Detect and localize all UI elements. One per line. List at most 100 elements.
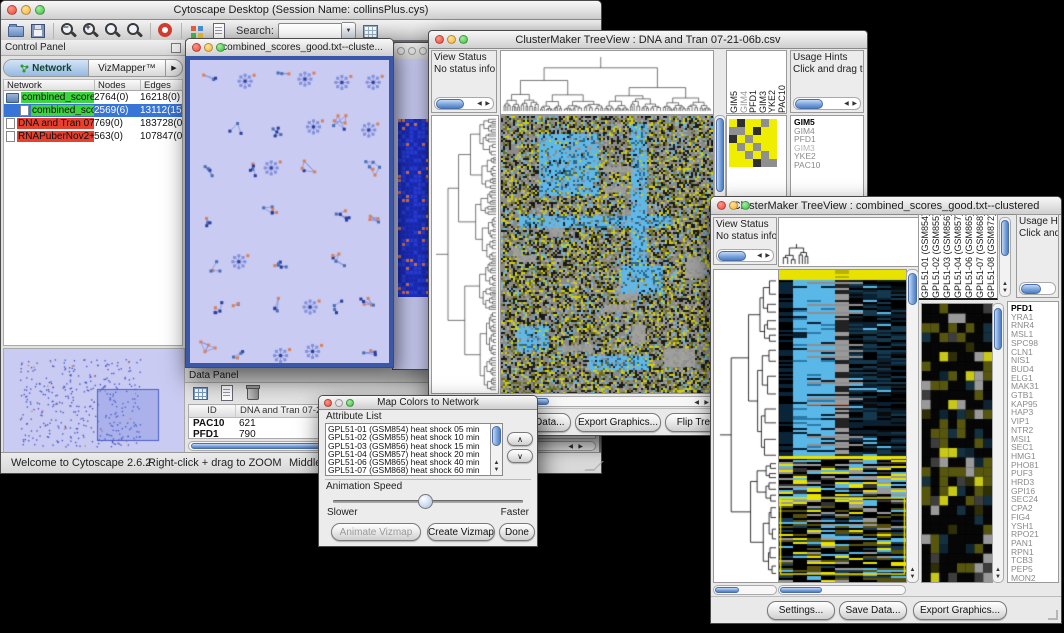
heatmap-cell[interactable] [761, 127, 769, 135]
gene-label[interactable]: PAC10 [794, 161, 863, 170]
heatmap-cell[interactable] [737, 143, 745, 151]
vizmapper-grid-icon[interactable] [188, 22, 206, 40]
zoom-region-icon[interactable] [104, 22, 122, 40]
save-data-button[interactable]: Save Data... [839, 601, 907, 620]
detail-vscrollbar[interactable]: ▲▼ [992, 303, 1004, 583]
export-graphics-button[interactable]: Export Graphics... [575, 413, 661, 432]
zoom-window-icon[interactable] [741, 201, 750, 210]
move-down-button[interactable]: ∨ [507, 449, 533, 463]
scrollbar-thumb[interactable] [1001, 220, 1009, 256]
main-titlebar[interactable]: Cytoscape Desktop (Session Name: collins… [1, 1, 601, 20]
global-heatmap[interactable] [778, 269, 907, 583]
row-dendrogram[interactable] [713, 269, 779, 583]
zoom-window-icon[interactable] [346, 399, 354, 407]
heatmap-cell[interactable] [769, 151, 777, 159]
heatmap-cell[interactable] [737, 119, 745, 127]
animate-vizmap-button[interactable]: Animate Vizmap [331, 523, 421, 541]
heatmap-cell[interactable] [745, 143, 753, 151]
search-input[interactable] [278, 23, 342, 39]
tab-network[interactable]: Network [4, 60, 89, 76]
zoom-window-icon[interactable] [459, 35, 468, 44]
scroll-left-icon[interactable]: ◀ [694, 399, 699, 406]
network-overview-thumbnail[interactable] [3, 348, 185, 453]
dialog-titlebar[interactable]: Map Colors to Network [319, 396, 537, 410]
heatmap-cell[interactable] [753, 119, 761, 127]
heatmap-cell[interactable] [745, 159, 753, 167]
treeview2-titlebar[interactable]: ClusterMaker TreeView : combined_scores_… [711, 197, 1061, 215]
heatmap-cell[interactable] [761, 119, 769, 127]
heatmap-cell[interactable] [753, 135, 761, 143]
close-icon[interactable] [397, 47, 405, 55]
heatmap-cell[interactable] [753, 143, 761, 151]
heatmap-cell[interactable] [737, 151, 745, 159]
column-dendrogram[interactable] [778, 217, 919, 267]
scroll-right-icon[interactable]: ▶ [704, 399, 709, 406]
attribute-list-scrollbar[interactable]: ▲▼ [490, 424, 502, 475]
heatmap-cell[interactable] [729, 119, 737, 127]
attribute-list-item[interactable]: GPL51-07 (GSM868) heat shock 60 min [328, 466, 500, 474]
search-dropdown-icon[interactable]: ▼ [342, 22, 356, 40]
heatmap-cell[interactable] [729, 151, 737, 159]
network-row[interactable]: combined_sco2569(6)13112(15) [4, 104, 182, 117]
scrollbar-thumb[interactable] [780, 587, 822, 593]
labels-vscrollbar[interactable]: ▲▼ [999, 217, 1011, 297]
save-icon[interactable] [29, 22, 47, 40]
settings-button[interactable]: Settings... [767, 601, 835, 620]
heatmap-cell[interactable] [745, 151, 753, 159]
export-graphics-button[interactable]: Export Graphics... [913, 601, 1007, 620]
edit-page-icon[interactable] [210, 22, 228, 40]
correlation-mini-heatmap[interactable] [729, 119, 777, 167]
treeview1-titlebar[interactable]: ClusterMaker TreeView : DNA and Tran 07-… [429, 31, 867, 49]
heatmap-cell[interactable] [737, 135, 745, 143]
zoom-in-icon[interactable]: + [82, 22, 100, 40]
heatmap-cell[interactable] [769, 159, 777, 167]
heatmap-cell[interactable] [761, 151, 769, 159]
heatmap-cell[interactable] [729, 135, 737, 143]
heatmap-cell[interactable] [753, 159, 761, 167]
open-icon[interactable] [7, 22, 25, 40]
zoom-out-icon[interactable]: − [60, 22, 78, 40]
dendrogram-hscrollbar[interactable] [713, 585, 777, 595]
heatmap-cell[interactable] [761, 135, 769, 143]
scrollbar-thumb[interactable] [715, 587, 739, 593]
float-panel-icon[interactable] [171, 43, 181, 53]
scrollbar-thumb[interactable] [716, 118, 724, 192]
view-status-scrollbar[interactable]: ◀ ▶ [434, 97, 494, 110]
minimize-icon[interactable] [408, 47, 416, 55]
view-status-scrollbar[interactable]: ◀ ▶ [716, 249, 774, 262]
usage-hints-scrollbar[interactable]: ◀ ▶ [793, 97, 861, 110]
heatmap-cell[interactable] [745, 119, 753, 127]
heatmap-cell[interactable] [729, 143, 737, 151]
heatmap-cell[interactable] [769, 135, 777, 143]
column-dendrogram[interactable] [500, 50, 714, 115]
heatmap-vscrollbar[interactable]: ▲▼ [906, 269, 919, 583]
heatmap-cell[interactable] [761, 143, 769, 151]
heatmap-cell[interactable] [745, 135, 753, 143]
minimize-icon[interactable] [204, 43, 213, 52]
heatmap-cell[interactable] [753, 127, 761, 135]
zoom-fit-icon[interactable]: ▫ [126, 22, 144, 40]
heatmap-cell[interactable] [761, 159, 769, 167]
create-vizmap-button[interactable]: Create Vizmap [427, 523, 495, 541]
minimize-icon[interactable] [447, 35, 456, 44]
close-icon[interactable] [7, 5, 17, 15]
done-button[interactable]: Done [499, 523, 535, 541]
close-icon[interactable] [324, 399, 332, 407]
heatmap-cell[interactable] [769, 119, 777, 127]
close-icon[interactable] [717, 201, 726, 210]
col-header-id[interactable]: ID [189, 405, 236, 417]
help-ring-icon[interactable] [157, 22, 175, 40]
minimize-icon[interactable] [335, 399, 343, 407]
heatmap-cell[interactable] [769, 127, 777, 135]
scrollbar-thumb[interactable] [718, 251, 746, 261]
scrollbar-thumb[interactable] [908, 273, 917, 305]
scroll-right-icon[interactable]: ▶ [578, 443, 583, 450]
attribute-table-icon[interactable] [362, 22, 380, 40]
network-row[interactable]: DNA and Tran 07769(0)183728(0) [4, 117, 182, 130]
close-icon[interactable] [435, 35, 444, 44]
resize-grip[interactable] [584, 461, 604, 471]
zoom-window-icon[interactable] [419, 47, 427, 55]
zoom-window-icon[interactable] [216, 43, 225, 52]
tab-more-arrow[interactable]: ▶ [166, 60, 182, 76]
heatmap-hscrollbar[interactable] [778, 585, 906, 595]
